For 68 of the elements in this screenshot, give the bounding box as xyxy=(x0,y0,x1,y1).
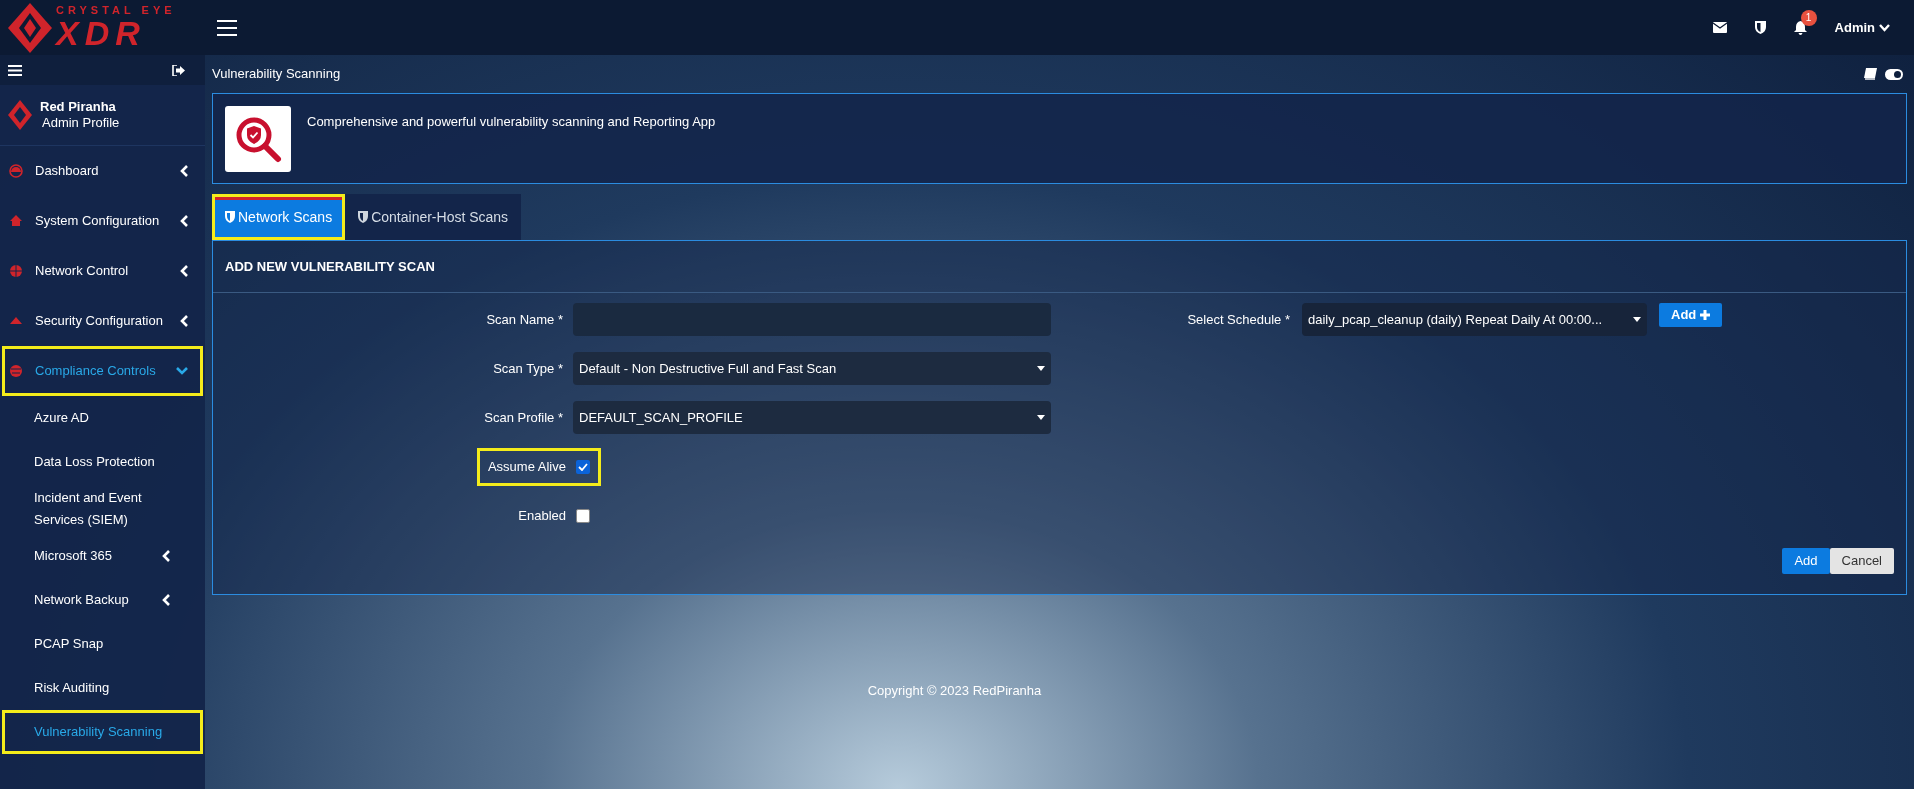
menu-item-icon xyxy=(9,214,23,228)
page-title: Vulnerability Scanning xyxy=(212,65,341,84)
chevron-left-icon xyxy=(180,165,188,177)
tab[interactable]: Container-Host Scans xyxy=(345,194,522,240)
form-title: ADD NEW VULNERABILITY SCAN xyxy=(225,257,435,276)
field-label: Select Schedule * xyxy=(1186,311,1290,329)
chevron-left-icon xyxy=(180,215,188,227)
mail-icon[interactable] xyxy=(1712,22,1727,33)
tab[interactable]: Network Scans xyxy=(212,194,346,240)
dropdown-arrow-icon xyxy=(1037,366,1045,371)
logout-icon[interactable] xyxy=(172,64,185,76)
menu-item-icon xyxy=(9,264,23,278)
profile-name: Red Piranha xyxy=(40,98,117,115)
sidebar-item[interactable]: Azure AD xyxy=(2,396,203,440)
profile-role: Admin Profile xyxy=(41,115,120,132)
sidebar-item[interactable]: Compliance Controls xyxy=(2,346,203,396)
menu-icon[interactable] xyxy=(217,19,237,36)
logo-wordmark: XDR xyxy=(56,16,147,50)
sidebar-item[interactable]: Network Control xyxy=(2,246,203,296)
chevron-down-icon xyxy=(176,367,188,375)
app-description: Comprehensive and powerful vulnerability scanning and Reporting App xyxy=(307,113,716,131)
sidebar-item[interactable]: Microsoft 365 xyxy=(2,534,203,578)
notification-count: 1 xyxy=(1800,9,1817,26)
bell-icon[interactable] xyxy=(1793,20,1807,35)
logo-tagline: CRYSTAL EYE xyxy=(56,5,176,16)
chevron-left-icon xyxy=(162,550,170,562)
checkbox[interactable] xyxy=(576,459,590,474)
sidebar-item[interactable]: PCAP Snap xyxy=(2,622,203,666)
text-field[interactable] xyxy=(573,303,1051,336)
dropdown-field[interactable]: Default - Non Destructive Full and Fast Scan xyxy=(573,352,1051,385)
checkbox[interactable] xyxy=(576,508,590,523)
field-label: Scan Profile * xyxy=(483,408,564,427)
sidebar-item[interactable]: Risk Auditing xyxy=(2,666,203,710)
cancel-button[interactable]: Cancel xyxy=(1829,548,1894,574)
toggle-icon[interactable] xyxy=(1885,68,1903,80)
shield-icon[interactable] xyxy=(1754,21,1766,34)
sidebar-item[interactable]: Vulnerability Scanning xyxy=(2,710,203,754)
menu-item-icon xyxy=(9,164,23,178)
schedule-select[interactable]: daily_pcap_cleanup (daily) Repeat Daily At 00:00... xyxy=(1302,303,1647,336)
menu-icon[interactable] xyxy=(8,64,22,76)
field-label: Scan Type * xyxy=(492,359,564,378)
shield-icon xyxy=(358,211,369,223)
checkbox-label: Enabled xyxy=(518,506,567,525)
chevron-left-icon xyxy=(162,594,170,606)
user-menu[interactable]: Admin xyxy=(1834,17,1890,38)
add-button[interactable]: Add xyxy=(1782,548,1830,574)
sidebar-item[interactable]: Security Configuration xyxy=(2,296,203,346)
field-label: Scan Name * xyxy=(485,310,564,329)
chevron-left-icon xyxy=(180,315,188,327)
sidebar-item[interactable]: System Configuration xyxy=(2,196,203,246)
copyright-text: Copyright © 2023 RedPiranha xyxy=(867,682,1042,700)
sidebar-item[interactable]: Data Loss Protection xyxy=(2,440,203,484)
logo-icon xyxy=(8,100,32,130)
sidebar-item[interactable]: Network Backup xyxy=(2,578,203,622)
plus-icon xyxy=(1700,310,1711,320)
dropdown-arrow-icon xyxy=(1633,317,1641,322)
dropdown-arrow-icon xyxy=(1037,415,1045,420)
menu-item-icon xyxy=(9,364,23,378)
add-schedule-button[interactable]: Add xyxy=(1659,303,1723,327)
chevron-down-icon xyxy=(1879,23,1890,32)
sidebar-item[interactable]: Incident and Event Services (SIEM) xyxy=(2,484,203,534)
chevron-left-icon xyxy=(180,265,188,277)
shield-icon xyxy=(225,211,235,223)
checkbox-label: Assume Alive xyxy=(487,457,567,476)
sidebar-item[interactable]: Dashboard xyxy=(2,146,203,196)
book-icon[interactable] xyxy=(1864,68,1877,80)
dropdown-field[interactable]: DEFAULT_SCAN_PROFILE xyxy=(573,401,1051,434)
scan-app-icon xyxy=(225,106,291,172)
